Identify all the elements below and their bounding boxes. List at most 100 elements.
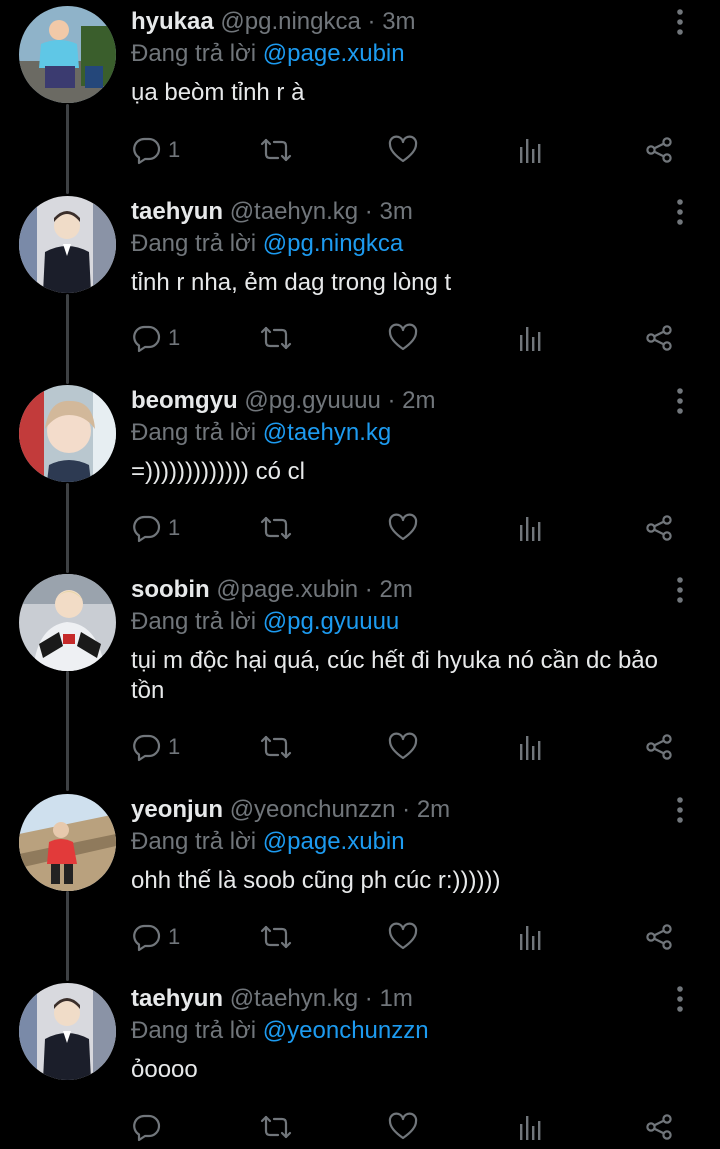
avatar[interactable] [19, 196, 116, 293]
share-button[interactable] [644, 318, 674, 358]
like-button[interactable] [388, 318, 418, 358]
avatar[interactable] [19, 6, 116, 103]
username[interactable]: @page.xubin [216, 576, 358, 603]
display-name[interactable]: yeonjun [131, 796, 223, 823]
username[interactable]: @taehyn.kg [230, 198, 358, 225]
more-vertical-icon[interactable] [664, 4, 696, 40]
display-name[interactable]: beomgyu [131, 387, 238, 414]
mention-link[interactable]: @pg.gyuuuu [263, 608, 399, 635]
retweet-button[interactable] [259, 1107, 293, 1147]
views-button[interactable] [517, 318, 545, 358]
reply-button[interactable]: 1 [132, 727, 180, 767]
display-name[interactable]: taehyun [131, 985, 223, 1012]
retweet-icon [260, 326, 292, 350]
mention-link[interactable]: @taehyn.kg [263, 419, 391, 446]
like-button[interactable] [388, 1107, 418, 1147]
timestamp[interactable]: 2m [379, 576, 412, 603]
timestamp[interactable]: 3m [379, 198, 412, 225]
username[interactable]: @pg.gyuuuu [244, 387, 380, 414]
tweet-text: ụa beòm tỉnh r à [131, 79, 305, 106]
mention-link[interactable]: @page.xubin [263, 40, 405, 67]
display-name[interactable]: hyukaa [131, 8, 214, 35]
like-button[interactable] [388, 727, 418, 767]
mention-link[interactable]: @yeonchunzzn [263, 1017, 429, 1044]
share-icon [646, 734, 672, 760]
replying-to-label: Đang trả lời [131, 608, 257, 635]
more-vertical-icon[interactable] [664, 981, 696, 1017]
tweet[interactable]: beomgyu @pg.gyuuuu · 2m Đang trả lời @ta… [0, 379, 720, 569]
avatar[interactable] [19, 794, 116, 891]
replying-to: Đang trả lời @page.xubin [131, 826, 405, 858]
share-button[interactable] [644, 130, 674, 170]
tweet[interactable]: hyukaa @pg.ningkca · 3m Đang trả lời @pa… [0, 0, 720, 190]
timestamp[interactable]: 3m [382, 8, 415, 35]
timestamp[interactable]: 2m [417, 796, 450, 823]
views-button[interactable] [517, 727, 545, 767]
avatar[interactable] [19, 574, 116, 671]
reply-button[interactable]: 1 [132, 318, 180, 358]
more-vertical-icon[interactable] [664, 383, 696, 419]
avatar[interactable] [19, 983, 116, 1080]
retweet-button[interactable] [259, 318, 293, 358]
share-button[interactable] [644, 727, 674, 767]
comment-bubble-icon [133, 137, 161, 165]
retweet-button[interactable] [259, 130, 293, 170]
like-button[interactable] [388, 508, 418, 548]
views-button[interactable] [517, 917, 545, 957]
tweet-text: tỉnh r nha, ẻm dag trong lòng t [131, 269, 452, 296]
tweet[interactable]: soobin @page.xubin · 2m Đang trả lời @pg… [0, 568, 720, 788]
share-button[interactable] [644, 1107, 674, 1147]
reply-button[interactable]: 1 [132, 917, 180, 957]
retweet-button[interactable] [259, 917, 293, 957]
mention-link[interactable]: @page.xubin [263, 828, 405, 855]
replying-to: Đang trả lời @page.xubin [131, 38, 405, 70]
comment-bubble-icon [133, 1114, 161, 1142]
replying-to-label: Đang trả lời [131, 1017, 257, 1044]
more-vertical-icon[interactable] [664, 792, 696, 828]
retweet-button[interactable] [259, 727, 293, 767]
tweet[interactable]: taehyun @taehyn.kg · 3m Đang trả lời @pg… [0, 190, 720, 380]
heart-icon [388, 1112, 418, 1140]
views-button[interactable] [517, 1107, 545, 1147]
username[interactable]: @taehyn.kg [230, 985, 358, 1012]
heart-icon [388, 135, 418, 163]
like-button[interactable] [388, 917, 418, 957]
reply-count: 1 [168, 325, 181, 350]
username[interactable]: @yeonchunzzn [230, 796, 396, 823]
more-vertical-icon[interactable] [664, 194, 696, 230]
heart-icon [388, 732, 418, 760]
comment-bubble-icon [133, 515, 161, 543]
reply-button[interactable]: 1 [132, 508, 180, 548]
username[interactable]: @pg.ningkca [220, 8, 360, 35]
comment-bubble-icon [133, 325, 161, 353]
timestamp[interactable]: 2m [402, 387, 435, 414]
analytics-icon [520, 736, 541, 760]
share-button[interactable] [644, 508, 674, 548]
retweet-icon [260, 925, 292, 949]
like-button[interactable] [388, 130, 418, 170]
separator-dot: · [364, 198, 373, 225]
retweet-icon [260, 735, 292, 759]
replying-to: Đang trả lời @taehyn.kg [131, 417, 391, 449]
reply-count: 1 [168, 924, 181, 949]
retweet-button[interactable] [259, 508, 293, 548]
action-bar: 1 [0, 130, 720, 170]
heart-icon [388, 513, 418, 541]
timestamp[interactable]: 1m [379, 985, 412, 1012]
separator-dot: · [367, 8, 376, 35]
mention-link[interactable]: @pg.ningkca [263, 230, 403, 257]
tweet-header: taehyun @taehyn.kg · 1m [131, 983, 413, 1015]
views-button[interactable] [517, 130, 545, 170]
tweet[interactable]: taehyun @taehyn.kg · 1m Đang trả lời @ye… [0, 977, 720, 1149]
tweet[interactable]: yeonjun @yeonchunzzn · 2m Đang trả lời @… [0, 788, 720, 978]
display-name[interactable]: taehyun [131, 198, 223, 225]
display-name[interactable]: soobin [131, 576, 210, 603]
avatar[interactable] [19, 385, 116, 482]
share-button[interactable] [644, 917, 674, 957]
reply-button[interactable]: 1 [132, 130, 180, 170]
more-vertical-icon[interactable] [664, 572, 696, 608]
separator-dot: · [364, 985, 373, 1012]
tweet-header: beomgyu @pg.gyuuuu · 2m [131, 385, 436, 417]
reply-button[interactable] [132, 1107, 168, 1147]
views-button[interactable] [517, 508, 545, 548]
